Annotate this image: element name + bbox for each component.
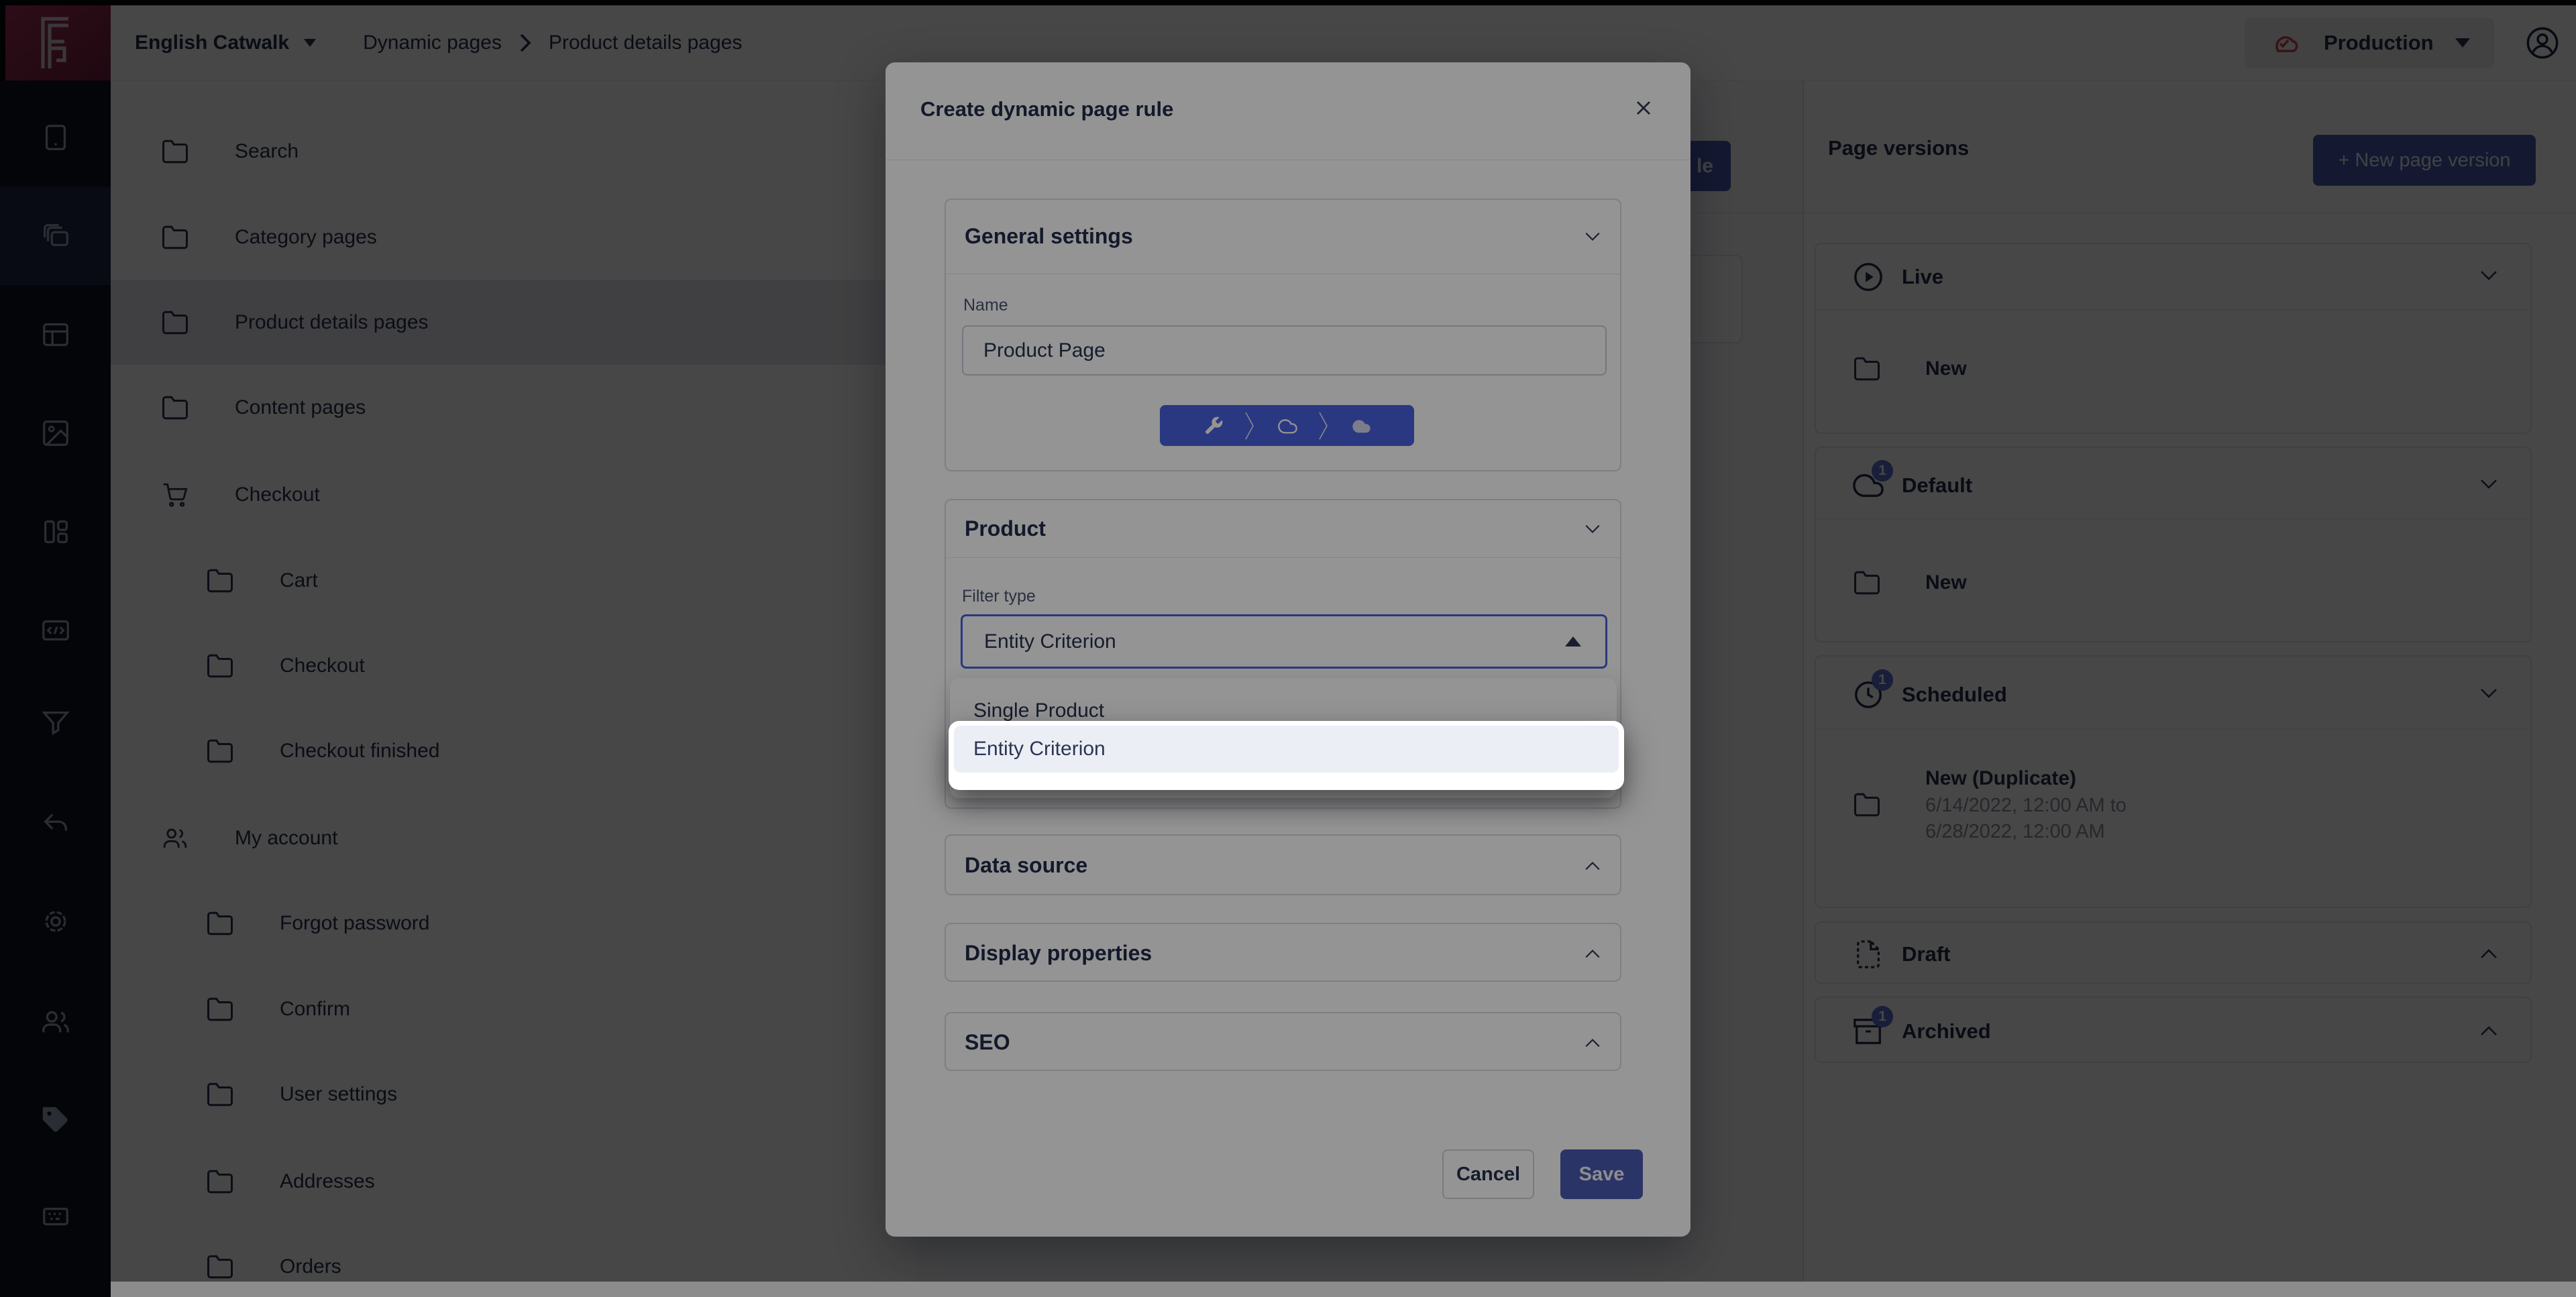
- option-entity-criterion[interactable]: Entity Criterion: [954, 726, 1619, 773]
- spotlight-dim-overlay: [0, 0, 2576, 1297]
- dropdown-spotlight: Entity Criterion: [949, 721, 1624, 790]
- app-root: English Catwalk Dynamic pages Product de…: [0, 0, 2576, 1297]
